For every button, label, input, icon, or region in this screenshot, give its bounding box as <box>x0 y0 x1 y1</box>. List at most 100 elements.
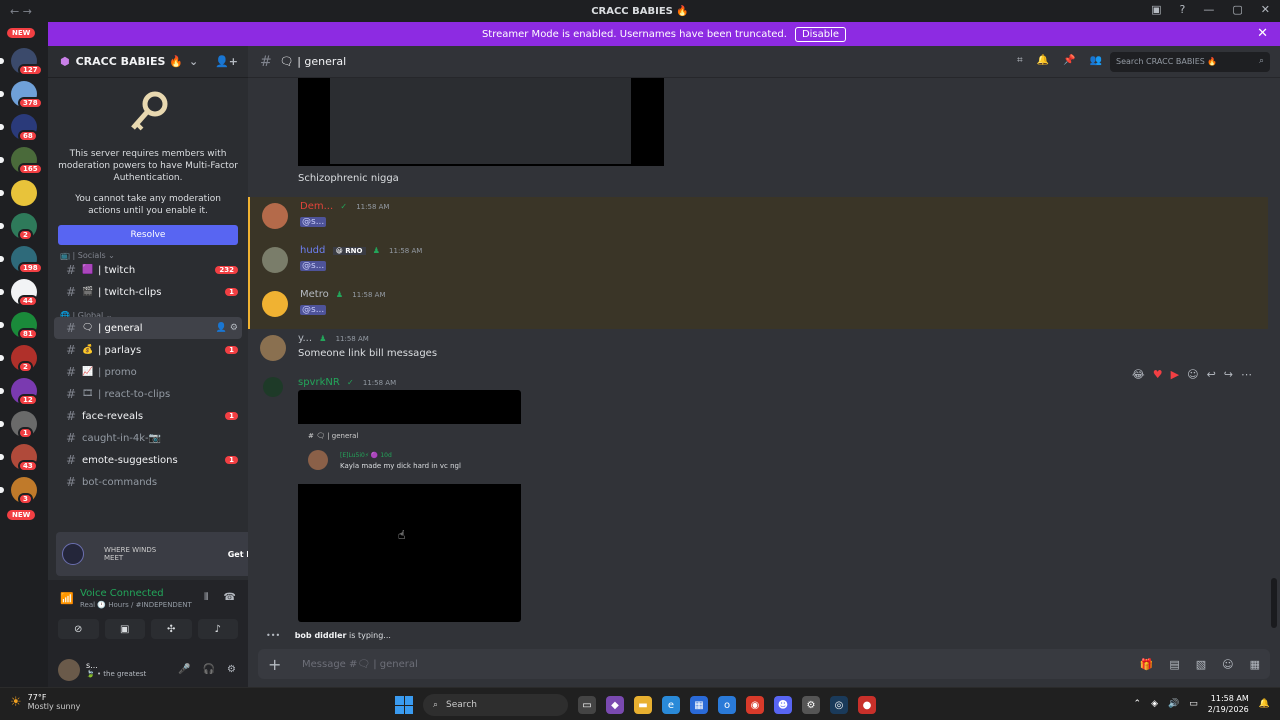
message-item[interactable]: y... ♟ 11:58 AM Someone link bill messag… <box>248 329 1268 373</box>
message-input[interactable]: + Message #🗨 | general 🎁 ▤ ▧ ☺ ▦ <box>258 649 1270 679</box>
discord-icon[interactable]: ☻ <box>774 696 792 714</box>
threads-icon[interactable]: ⌗ <box>1017 55 1023 66</box>
avatar[interactable] <box>58 658 80 681</box>
gift-icon[interactable]: 🎁 <box>1140 658 1154 671</box>
category-socials[interactable]: 📺 | Socials ⌄ <box>48 245 248 260</box>
server-icon[interactable] <box>11 180 37 206</box>
noise-suppression-icon[interactable]: ⦀ <box>204 592 208 603</box>
copilot-icon[interactable]: ◆ <box>606 696 624 714</box>
server-header[interactable]: ⬢ CRACC BABIES 🔥 ⌄ 👤+ <box>48 46 248 78</box>
add-reaction-icon[interactable]: ☺ <box>1187 368 1198 381</box>
windows-start-icon[interactable] <box>395 696 413 714</box>
message-item[interactable]: hudd 😀 RNO ♟ 11:58 AM @s... <box>248 241 1268 285</box>
battery-icon[interactable]: ▭ <box>1189 699 1198 709</box>
avatar[interactable] <box>262 291 288 317</box>
mention[interactable]: @s... <box>300 217 327 227</box>
emoji-icon[interactable]: ☺ <box>1222 658 1233 671</box>
image-attachment[interactable] <box>298 78 664 166</box>
notification-bell-icon[interactable]: 🔔 <box>1259 699 1270 709</box>
add-attachment-icon[interactable]: + <box>268 655 302 674</box>
edge-icon[interactable]: e <box>662 696 680 714</box>
store-icon[interactable]: ▦ <box>690 696 708 714</box>
laugh-react-icon[interactable]: 😂 <box>1132 368 1145 381</box>
apps-icon[interactable]: ▦ <box>1250 658 1260 671</box>
app-icon[interactable]: ● <box>858 696 876 714</box>
channel-item[interactable]: # 🎞 | react-to-clips <box>54 383 242 405</box>
avatar[interactable] <box>262 247 288 273</box>
new-pill[interactable]: NEW <box>7 28 36 38</box>
resolve-button[interactable]: Resolve <box>58 225 238 245</box>
channel-item[interactable]: # 📈 | promo <box>54 361 242 383</box>
task-view-icon[interactable]: ▭ <box>578 696 596 714</box>
member-list-icon[interactable]: 👥 <box>1090 55 1102 66</box>
volume-icon[interactable]: 🔊 <box>1168 699 1179 709</box>
pin-icon[interactable]: 📌 <box>1063 55 1075 66</box>
mention[interactable]: @s... <box>300 261 327 271</box>
channel-item[interactable]: # bot-commands <box>54 471 242 493</box>
maximize-button[interactable]: ▢ <box>1232 3 1242 16</box>
channel-item[interactable]: # face-reveals 1 <box>54 405 242 427</box>
disconnect-icon[interactable]: ☎ <box>224 592 236 603</box>
inbox-icon[interactable]: ▣ <box>1151 3 1161 16</box>
more-icon[interactable]: ⋯ <box>1241 368 1252 381</box>
reply-icon[interactable]: ↩ <box>1207 368 1216 381</box>
disable-button[interactable]: Disable <box>794 26 847 42</box>
gif-icon[interactable]: ▤ <box>1169 658 1179 671</box>
username[interactable]: hudd <box>300 245 325 256</box>
username[interactable]: y... <box>298 333 312 344</box>
steam-icon[interactable]: ◎ <box>830 696 848 714</box>
minimize-button[interactable]: — <box>1203 3 1214 16</box>
username[interactable]: Metro <box>300 289 329 300</box>
camera-button[interactable]: ⊘ <box>58 619 99 639</box>
clock-date: 2/19/2026 <box>1207 705 1249 714</box>
new-pill[interactable]: NEW <box>7 510 36 520</box>
mention[interactable]: @s... <box>300 305 327 315</box>
channel-item[interactable]: # 🎬 | twitch-clips 1 <box>54 281 242 303</box>
bell-icon[interactable]: 🔔 <box>1037 55 1049 66</box>
channel-item[interactable]: # 🟪 | twitch 232 <box>54 259 242 281</box>
headphones-icon[interactable]: 🎧 <box>203 664 215 675</box>
clock[interactable]: 11:58 AM 2/19/2026 <box>1208 693 1249 715</box>
channel-item[interactable]: # caught-in-4k-📷 <box>54 427 242 449</box>
help-icon[interactable]: ? <box>1180 3 1186 16</box>
chevron-up-icon[interactable]: ⌃ <box>1134 699 1142 709</box>
search-input[interactable]: Search CRACC BABIES 🔥 ⌕ <box>1110 52 1270 72</box>
screen-share-button[interactable]: ▣ <box>104 619 145 639</box>
image-attachment[interactable]: # 🗨 | general [E]Lu5i0⚡ 🟣 10d Kayla made… <box>298 390 521 622</box>
network-icon[interactable]: ◈ <box>1151 699 1158 709</box>
embed-text: Kayla made my dick hard in vc ngl <box>340 462 461 470</box>
file-explorer-icon[interactable]: ▬ <box>634 696 652 714</box>
mic-icon[interactable]: 🎤 <box>178 664 190 675</box>
channel-item[interactable]: # 🗨 | general 👤 ⚙ <box>54 317 242 339</box>
weather-widget[interactable]: ☀ 77°F Mostly sunny <box>10 693 80 711</box>
unread-indicator <box>0 256 4 262</box>
username[interactable]: Dem... <box>300 201 333 212</box>
close-button[interactable]: ✕ <box>1261 3 1270 16</box>
avatar[interactable] <box>260 335 286 361</box>
message-item[interactable]: Dem... ✓ 11:58 AM @s... <box>248 197 1268 241</box>
avatar[interactable] <box>262 203 288 229</box>
taskbar-search[interactable]: ⌕ Search <box>423 694 568 716</box>
channel-item[interactable]: # emote-suggestions 1 <box>54 449 242 471</box>
unread-indicator <box>0 289 4 295</box>
close-icon[interactable]: ✕ <box>1257 26 1268 41</box>
scrollbar[interactable] <box>1271 578 1277 628</box>
activities-button[interactable]: ✣ <box>151 619 192 639</box>
avatar[interactable] <box>263 377 283 397</box>
message-item[interactable]: Metro ♟ 11:58 AM @s... <box>248 285 1268 329</box>
username[interactable]: spvrkNR <box>298 377 340 388</box>
gear-icon[interactable]: ⚙ <box>227 664 236 675</box>
settings-icon[interactable]: ⚙ <box>802 696 820 714</box>
category-global[interactable]: 🌐 | Global ⌄ <box>48 303 248 320</box>
play-react-icon[interactable]: ▶ <box>1171 368 1179 381</box>
channel-name: face-reveals <box>82 410 144 422</box>
sticker-icon[interactable]: ▧ <box>1196 658 1206 671</box>
forward-icon[interactable]: ↪ <box>1224 368 1233 381</box>
channel-settings-icon[interactable]: 👤 ⚙ <box>216 323 238 333</box>
heart-react-icon[interactable]: ♥ <box>1153 368 1163 381</box>
invite-icon[interactable]: 👤+ <box>215 55 238 68</box>
soundboard-button[interactable]: ♪ <box>197 619 238 639</box>
channel-item[interactable]: # 💰 | parlays 1 <box>54 339 242 361</box>
chrome-icon[interactable]: ◉ <box>746 696 764 714</box>
outlook-icon[interactable]: o <box>718 696 736 714</box>
